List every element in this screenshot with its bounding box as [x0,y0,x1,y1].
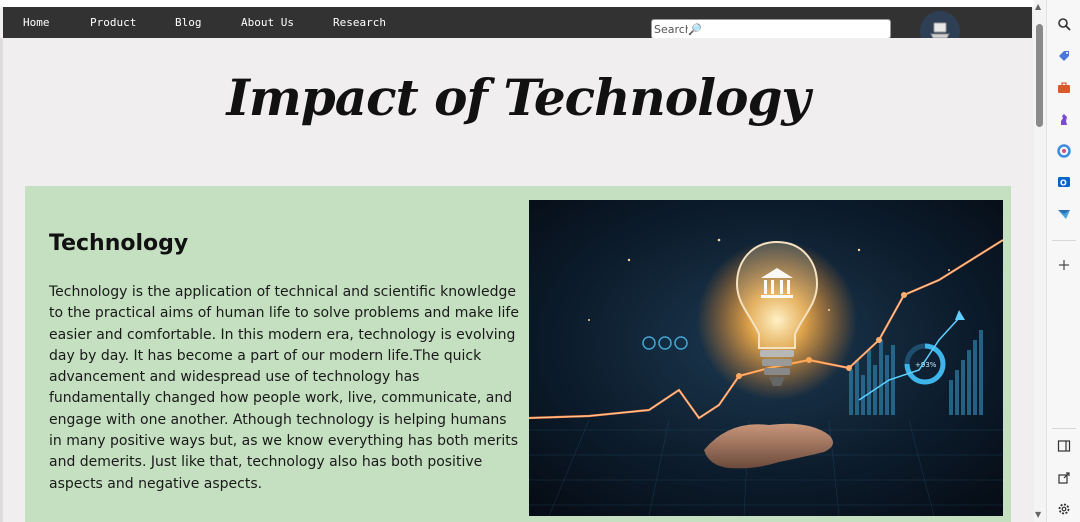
scroll-up-icon[interactable]: ▲ [1035,2,1041,11]
gauge-label: +93% [915,361,937,369]
search-input[interactable] [652,22,688,36]
nav-blog-link[interactable]: Blog [175,16,202,29]
send-icon[interactable] [1055,205,1073,223]
page-scrollbar[interactable]: ▲ ▼ [1034,0,1046,522]
browser-sidebar: O [1046,0,1080,522]
scroll-thumb[interactable] [1036,24,1043,127]
page-edge [0,38,3,522]
tag-icon[interactable] [1055,47,1073,65]
page-title: Impact of Technology [226,67,810,127]
section-heading: Technology [49,231,189,256]
briefcase-icon[interactable] [1055,79,1073,97]
nav-about-link[interactable]: About Us [241,16,294,29]
svg-text:O: O [1060,179,1067,188]
office-icon[interactable] [1055,142,1073,160]
settings-icon[interactable] [1055,500,1073,518]
add-icon[interactable] [1055,256,1073,274]
section-paragraph: Technology is the application of technic… [49,284,519,492]
web-page: Home Product Blog About Us Research 🔎 Im… [0,0,1034,522]
page-header: Impact of Technology [25,38,1011,186]
external-link-icon[interactable] [1055,469,1073,487]
search-box: 🔎 [651,19,891,39]
nav-product-link[interactable]: Product [90,16,136,29]
navbar: Home Product Blog About Us Research 🔎 [3,7,1032,51]
technology-section: Technology Technology is the application… [25,186,1011,522]
nav-home-link[interactable]: Home [23,16,50,29]
scroll-down-icon[interactable]: ▼ [1035,510,1041,519]
sidebar-divider [1052,240,1076,241]
outlook-icon[interactable]: O [1055,173,1073,191]
split-screen-icon[interactable] [1055,437,1073,455]
nav-research-link[interactable]: Research [333,16,386,29]
search-icon[interactable] [1055,15,1073,33]
search-icon[interactable]: 🔎 [688,23,702,36]
top-strip [0,0,1034,7]
technology-lightbulb-image: +93% [529,200,1003,516]
sidebar-divider [1052,428,1076,429]
chess-icon[interactable] [1055,110,1073,128]
